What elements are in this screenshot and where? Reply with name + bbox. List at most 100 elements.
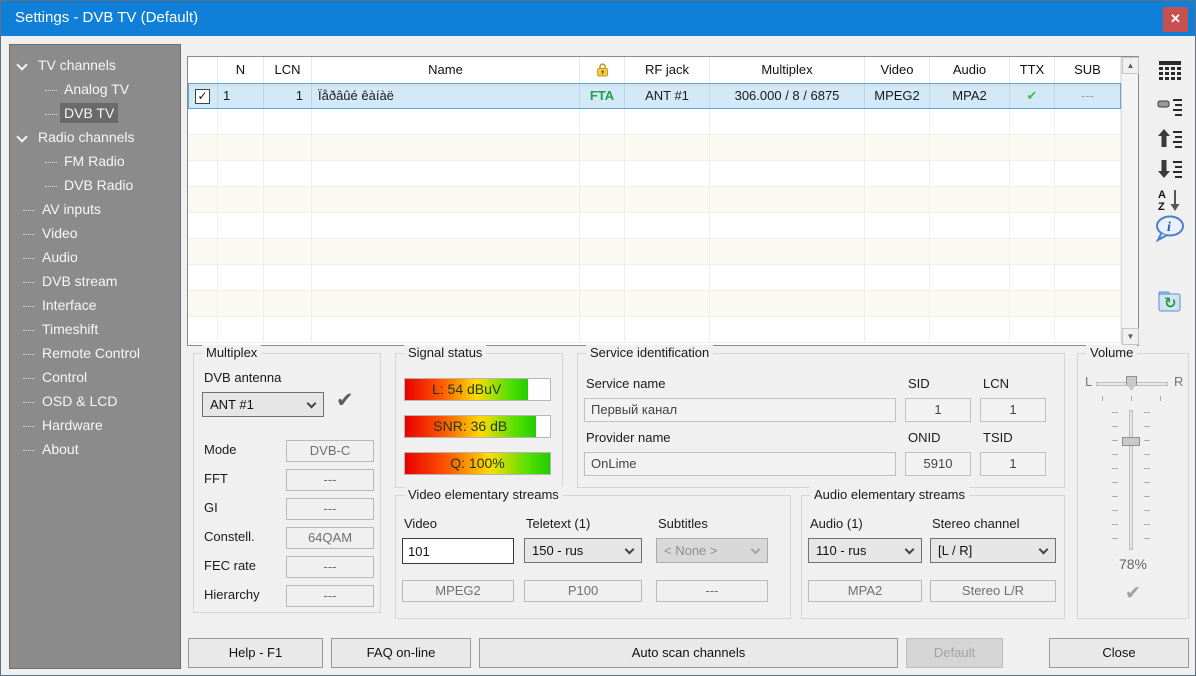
sidebar-item-interface[interactable]: Interface xyxy=(10,293,180,317)
header-lock xyxy=(580,57,625,86)
video-pid-input[interactable] xyxy=(402,538,514,564)
table-empty-cell xyxy=(264,161,312,187)
sidebar-item-remote-control[interactable]: Remote Control xyxy=(10,341,180,365)
video-streams-title: Video elementary streams xyxy=(404,487,563,502)
table-empty-cell xyxy=(930,317,1010,343)
sidebar-item-dvb-stream[interactable]: DVB stream xyxy=(10,269,180,293)
header-ttx: TTX xyxy=(1010,57,1055,86)
stereo-channel-label: Stereo channel xyxy=(932,516,1019,531)
teletext-select[interactable]: 150 - rus xyxy=(524,538,642,563)
table-empty-row xyxy=(188,109,1121,135)
video-codec-field: MPEG2 xyxy=(402,580,514,602)
table-empty-cell xyxy=(1055,213,1121,239)
balance-tick xyxy=(1131,396,1132,401)
sidebar-item-timeshift[interactable]: Timeshift xyxy=(10,317,180,341)
help-button[interactable]: Help - F1 xyxy=(188,638,323,668)
constell-field: 64QAM xyxy=(286,527,374,549)
gi-label: GI xyxy=(204,500,218,515)
balance-left-label: L xyxy=(1085,374,1092,389)
audio-select[interactable]: 110 - rus xyxy=(808,538,922,563)
sidebar-item-video[interactable]: Video xyxy=(10,221,180,245)
fft-label: FFT xyxy=(204,471,228,486)
table-empty-cell xyxy=(1055,135,1121,161)
channel-properties-icon[interactable] xyxy=(1151,95,1189,125)
tree-connector xyxy=(45,162,57,163)
header-multiplex: Multiplex xyxy=(710,57,865,86)
table-empty-cell xyxy=(264,239,312,265)
move-down-icon[interactable] xyxy=(1151,157,1189,187)
table-row[interactable]: ✓ 1 1 Ïåðâûé êàíàë FTA ANT #1 306.000 / … xyxy=(188,83,1121,109)
hierarchy-field: --- xyxy=(286,585,374,607)
channel-enabled-checkbox[interactable]: ✓ xyxy=(195,89,210,104)
audio-streams-title: Audio elementary streams xyxy=(810,487,969,502)
table-empty-cell xyxy=(1010,317,1055,343)
window-title: Settings - DVB TV (Default) xyxy=(15,1,198,35)
rescan-icon[interactable]: ↻ xyxy=(1151,289,1189,319)
sidebar-item-av-inputs[interactable]: AV inputs xyxy=(10,197,180,221)
svg-text:A: A xyxy=(1158,189,1166,201)
channel-list-icon[interactable] xyxy=(1151,59,1189,89)
table-empty-cell xyxy=(930,213,1010,239)
stereo-channel-select[interactable]: [L / R] xyxy=(930,538,1056,563)
move-up-icon[interactable] xyxy=(1151,127,1189,157)
sidebar-item-fm-radio[interactable]: FM Radio xyxy=(10,149,180,173)
auto-scan-button[interactable]: Auto scan channels xyxy=(479,638,898,668)
table-empty-cell xyxy=(625,291,710,317)
chevron-down-icon xyxy=(16,132,27,143)
chevron-down-icon xyxy=(905,545,915,555)
sidebar-item-control[interactable]: Control xyxy=(10,365,180,389)
sidebar-item-dvb-radio[interactable]: DVB Radio xyxy=(10,173,180,197)
sidebar-item-audio[interactable]: Audio xyxy=(10,245,180,269)
table-empty-cell xyxy=(625,265,710,291)
table-empty-cell xyxy=(710,239,865,265)
table-empty-row xyxy=(188,213,1121,239)
row-checkbox-cell: ✓ xyxy=(188,83,218,109)
table-empty-cell xyxy=(580,291,625,317)
table-empty-cell xyxy=(264,265,312,291)
table-empty-cell xyxy=(218,265,264,291)
table-empty-cell xyxy=(218,161,264,187)
header-video: Video xyxy=(865,57,930,86)
sidebar-item-hardware[interactable]: Hardware xyxy=(10,413,180,437)
table-empty-cell xyxy=(580,213,625,239)
sid-label: SID xyxy=(908,376,930,391)
table-empty-cell xyxy=(188,161,218,187)
close-button[interactable]: Close xyxy=(1049,638,1189,668)
tree-connector xyxy=(23,282,35,283)
table-empty-cell xyxy=(710,213,865,239)
tree-connector xyxy=(23,426,35,427)
table-empty-cell xyxy=(930,265,1010,291)
table-scrollbar[interactable]: ▲ ▼ xyxy=(1121,57,1138,345)
scroll-up-icon[interactable]: ▲ xyxy=(1122,57,1139,74)
tsid-label: TSID xyxy=(983,430,1013,445)
table-empty-cell xyxy=(865,109,930,135)
scroll-down-icon[interactable]: ▼ xyxy=(1122,328,1139,345)
close-icon[interactable]: ✕ xyxy=(1163,7,1188,32)
hierarchy-label: Hierarchy xyxy=(204,587,260,602)
titlebar[interactable]: Settings - DVB TV (Default) ✕ xyxy=(1,1,1195,36)
faq-button[interactable]: FAQ on-line xyxy=(331,638,471,668)
volume-slider-thumb[interactable] xyxy=(1122,437,1140,446)
mode-field: DVB-C xyxy=(286,440,374,462)
sidebar-item-tv-channels[interactable]: TV channels xyxy=(10,53,180,77)
balance-slider-thumb[interactable] xyxy=(1126,376,1137,390)
balance-tick xyxy=(1160,396,1161,401)
sort-az-icon[interactable]: AZ xyxy=(1151,187,1189,217)
service-identification-group: Service identification Service name SID … xyxy=(577,353,1065,488)
sidebar-item-radio-channels[interactable]: Radio channels xyxy=(10,125,180,149)
table-empty-cell xyxy=(1055,317,1121,343)
balance-tick xyxy=(1102,396,1103,401)
sidebar-item-osd-lcd[interactable]: OSD & LCD xyxy=(10,389,180,413)
sidebar-item-dvb-tv[interactable]: DVB TV xyxy=(10,101,180,125)
table-empty-cell xyxy=(1010,187,1055,213)
dvb-antenna-select[interactable]: ANT #1 xyxy=(202,392,324,417)
sidebar-item-analog-tv[interactable]: Analog TV xyxy=(10,77,180,101)
table-empty-cell xyxy=(580,187,625,213)
table-empty-cell xyxy=(580,161,625,187)
channel-info-icon[interactable]: i xyxy=(1151,215,1189,245)
gi-field: --- xyxy=(286,498,374,520)
sidebar-item-about[interactable]: About xyxy=(10,437,180,461)
volume-slider[interactable] xyxy=(1129,410,1133,550)
table-empty-row xyxy=(188,161,1121,187)
table-empty-cell xyxy=(930,239,1010,265)
